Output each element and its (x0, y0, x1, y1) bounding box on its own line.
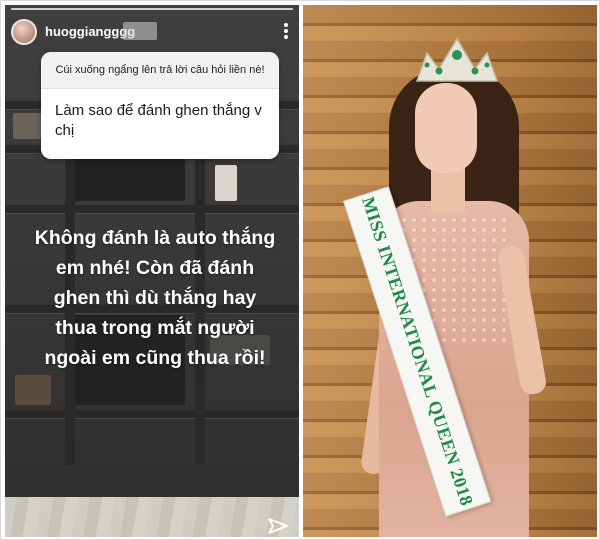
avatar[interactable] (11, 19, 37, 45)
question-text: Làm sao để đánh ghen thắng v chị (55, 102, 262, 139)
shelf-item (15, 375, 51, 405)
pageant-photo: MISS INTERNATIONAL QUEEN 2018 (303, 5, 597, 537)
shelf (5, 410, 299, 418)
story-progress-bar (11, 8, 293, 10)
shelf (5, 205, 299, 213)
question-sticker-header: Cúi xuống ngẩng lên trả lời câu hỏi liền… (41, 52, 279, 89)
more-icon[interactable] (279, 21, 293, 43)
answer-text: Không đánh là auto thắng em nhé! Còn đã … (34, 227, 276, 369)
question-sticker[interactable]: Cúi xuống ngẩng lên trả lời câu hỏi liền… (41, 52, 279, 159)
face (415, 83, 477, 173)
instagram-story[interactable]: huoggiangggg Cúi xuống ngẩng lên trả lời… (5, 5, 299, 537)
collage-frame: huoggiangggg Cúi xuống ngẩng lên trả lời… (0, 0, 600, 540)
shelf-item (215, 165, 237, 201)
shelf-item (13, 113, 43, 139)
send-icon[interactable] (267, 517, 289, 535)
blurred-timestamp (123, 22, 157, 40)
story-username[interactable]: huoggiangggg (45, 24, 135, 39)
shelf-compartment (75, 155, 185, 201)
crown-icon (415, 37, 499, 82)
fabric-foreground (5, 497, 299, 537)
